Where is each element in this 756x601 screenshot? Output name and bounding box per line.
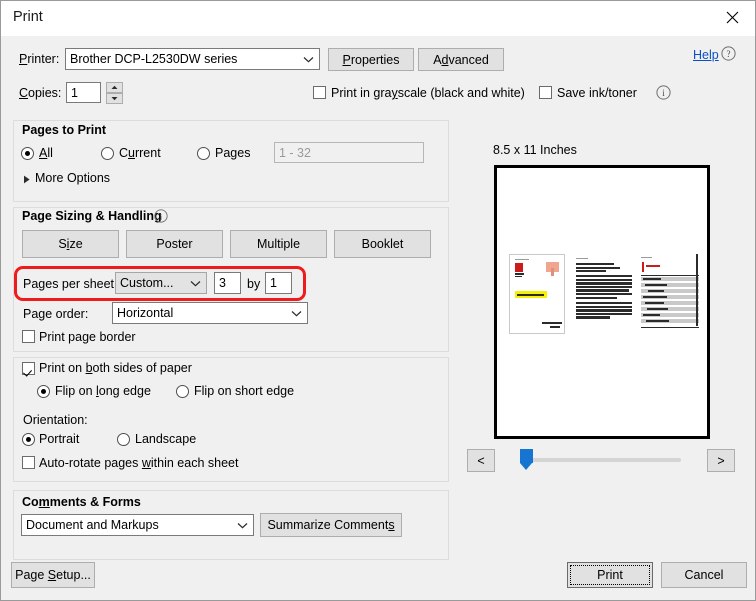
size-button[interactable]: Size	[22, 230, 119, 258]
copies-input[interactable]: 1	[66, 82, 101, 103]
title-bar: Print	[1, 1, 755, 36]
radio-portrait[interactable]	[22, 433, 35, 446]
radio-flip-long-edge-label: Flip on long edge	[55, 384, 151, 398]
page-setup-button[interactable]: Page Setup...	[11, 562, 95, 588]
svg-text:?: ?	[727, 49, 731, 59]
svg-text:i: i	[662, 88, 665, 98]
save-ink-checkbox[interactable]	[539, 86, 552, 99]
multiple-button[interactable]: Multiple	[230, 230, 327, 258]
paper-size-label: 8.5 x 11 Inches	[493, 143, 577, 157]
booklet-button[interactable]: Booklet	[334, 230, 431, 258]
radio-pages[interactable]	[197, 147, 210, 160]
grayscale-label: Print in grayscale (black and white)	[331, 86, 525, 100]
chevron-down-icon-order	[285, 303, 307, 323]
page-indicator-label: Page 1 of 11 (1)	[457, 479, 756, 493]
rows-input[interactable]: 1	[265, 272, 292, 294]
pages-to-print-title: Pages to Print	[19, 123, 110, 137]
stepper-up-icon[interactable]	[106, 82, 123, 93]
chevron-down-icon	[297, 49, 319, 69]
radio-all[interactable]	[21, 147, 34, 160]
grayscale-checkbox[interactable]	[313, 86, 326, 99]
pages-per-sheet-select[interactable]: Custom...	[115, 272, 207, 294]
print-dialog: Print Printer: Brother DCP-L2530DW serie…	[0, 0, 756, 601]
printer-select[interactable]: Brother DCP-L2530DW series	[65, 48, 320, 70]
advanced-button[interactable]: Advanced	[418, 48, 504, 71]
print-button[interactable]: Print	[567, 562, 653, 588]
help-link[interactable]: Help	[693, 48, 719, 62]
page-order-label: Page order:	[23, 307, 89, 321]
page-slider-track[interactable]	[521, 458, 681, 462]
save-ink-label: Save ink/toner	[557, 86, 637, 100]
copies-input-value: 1	[71, 85, 78, 100]
columns-input-value: 3	[219, 276, 226, 290]
comments-title: Comments & Forms	[19, 495, 144, 509]
print-page-border-label: Print page border	[39, 330, 136, 344]
info-circle-icon[interactable]: i	[656, 85, 671, 100]
comments-select-value: Document and Markups	[26, 518, 159, 532]
both-sides-checkbox[interactable]	[22, 362, 35, 375]
page-order-select[interactable]: Horizontal	[112, 302, 308, 324]
stepper-down-icon[interactable]	[106, 93, 123, 104]
previous-page-button[interactable]: <	[467, 449, 495, 472]
comments-select[interactable]: Document and Markups	[21, 514, 254, 536]
print-preview-paper	[494, 165, 710, 439]
print-page-border-checkbox[interactable]	[22, 330, 35, 343]
question-circle-icon[interactable]: ?	[721, 46, 736, 61]
auto-rotate-label: Auto-rotate pages within each sheet	[39, 456, 239, 470]
radio-portrait-label: Portrait	[39, 432, 80, 446]
more-options-label[interactable]: More Options	[35, 171, 110, 185]
radio-landscape-label: Landscape	[135, 432, 197, 446]
printer-label: Printer:	[19, 52, 60, 66]
radio-flip-long-edge[interactable]	[37, 385, 50, 398]
cancel-button[interactable]: Cancel	[661, 562, 747, 588]
window-title: Print	[13, 9, 43, 25]
printer-select-value: Brother DCP-L2530DW series	[70, 52, 238, 66]
preview-mini-page-3	[639, 254, 701, 334]
radio-flip-short-edge[interactable]	[176, 385, 189, 398]
pages-per-sheet-label: Pages per sheet:	[23, 277, 118, 291]
columns-input[interactable]: 3	[214, 272, 241, 294]
info-circle-icon-sizing[interactable]: i	[154, 209, 168, 223]
rows-input-value: 1	[270, 276, 277, 290]
radio-current[interactable]	[101, 147, 114, 160]
both-sides-label: Print on both sides of paper	[39, 361, 192, 375]
page-order-value: Horizontal	[117, 306, 174, 320]
radio-flip-short-edge-label: Flip on short edge	[194, 384, 295, 398]
preview-mini-page-2	[574, 254, 634, 334]
page-slider-thumb[interactable]	[520, 449, 533, 470]
next-page-button[interactable]: >	[707, 449, 735, 472]
triangle-right-icon[interactable]	[23, 173, 31, 187]
preview-mini-page-1	[509, 254, 565, 334]
pages-range-input[interactable]: 1 - 32	[274, 142, 424, 163]
orientation-label: Orientation:	[23, 413, 88, 427]
pages-range-placeholder: 1 - 32	[279, 145, 311, 160]
chevron-down-icon-pps	[184, 273, 206, 293]
auto-rotate-checkbox[interactable]	[22, 456, 35, 469]
radio-all-label: All	[39, 146, 53, 160]
by-label: by	[247, 277, 261, 291]
radio-pages-label: Pages	[215, 146, 251, 160]
copies-label: Copies:	[19, 86, 62, 100]
radio-current-label: Current	[119, 146, 161, 160]
pages-per-sheet-value: Custom...	[120, 276, 174, 290]
properties-button[interactable]: Properties	[328, 48, 414, 71]
radio-landscape[interactable]	[117, 433, 130, 446]
close-icon[interactable]	[709, 1, 755, 34]
page-sizing-title: Page Sizing & Handling	[19, 209, 165, 223]
chevron-down-icon-comments	[231, 515, 253, 535]
summarize-comments-button[interactable]: Summarize Comments	[260, 513, 402, 537]
copies-stepper[interactable]	[106, 82, 123, 104]
svg-text:i: i	[160, 212, 163, 221]
poster-button[interactable]: Poster	[126, 230, 223, 258]
